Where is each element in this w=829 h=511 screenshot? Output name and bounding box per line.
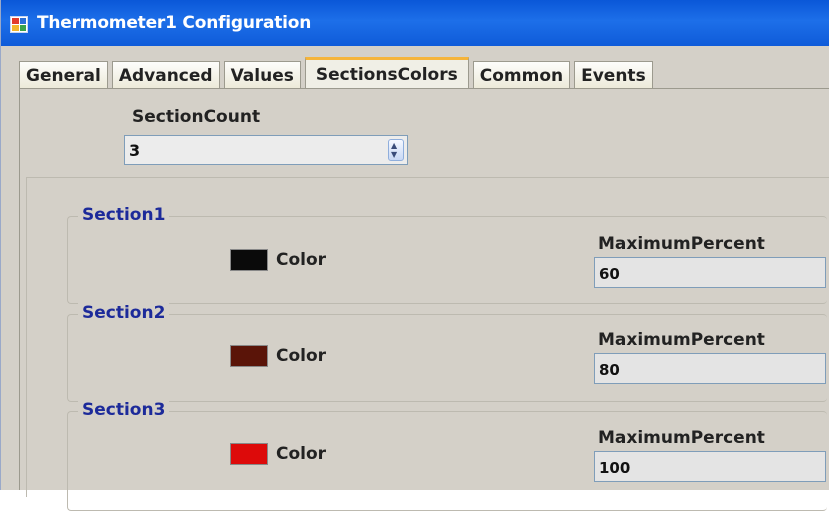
spin-buttons[interactable]: ▲ ▼	[388, 139, 404, 161]
tab-values[interactable]: Values	[223, 61, 301, 89]
section3-color-label: Color	[276, 444, 327, 464]
tab-strip: General Advanced Values SectionsColors C…	[19, 56, 657, 90]
section2-max-value: 80	[599, 361, 620, 379]
tab-advanced[interactable]: Advanced	[111, 61, 220, 89]
section2-color-label: Color	[276, 346, 327, 366]
section-count-value: 3	[129, 141, 141, 160]
tab-common[interactable]: Common	[472, 61, 571, 89]
section1-max-label: MaximumPercent	[598, 234, 765, 254]
sections-container: Section1 Color MaximumPercent 60 Section…	[26, 177, 829, 511]
section3-group: Section3 Color MaximumPercent 100	[67, 400, 827, 511]
section3-title: Section3	[78, 400, 170, 420]
section3-max-label: MaximumPercent	[598, 428, 765, 448]
tab-events[interactable]: Events	[574, 61, 653, 89]
section-count-label: SectionCount	[132, 107, 261, 127]
spin-up-icon[interactable]: ▲	[391, 142, 397, 150]
section3-color-swatch[interactable]	[230, 443, 268, 465]
section2-group: Section2 Color MaximumPercent 80	[67, 303, 827, 402]
section1-max-field[interactable]: 60	[594, 257, 826, 288]
section1-title: Section1	[78, 205, 170, 225]
title-bar[interactable]: Thermometer1 Configuration	[1, 0, 829, 46]
section1-color-swatch[interactable]	[230, 249, 268, 271]
tab-panel-sectionscolors: SectionCount 3 ▲ ▼ Section1 Color Maximu…	[19, 88, 829, 511]
section1-color-label: Color	[276, 250, 327, 270]
section3-max-field[interactable]: 100	[594, 451, 826, 482]
section2-max-label: MaximumPercent	[598, 330, 765, 350]
tab-general[interactable]: General	[19, 61, 108, 89]
section1-group: Section1 Color MaximumPercent 60	[67, 205, 827, 304]
section1-max-value: 60	[599, 265, 620, 283]
config-window: Thermometer1 Configuration General Advan…	[0, 0, 829, 511]
section2-title: Section2	[78, 303, 170, 323]
tab-sectionscolors[interactable]: SectionsColors	[304, 57, 469, 90]
window-title: Thermometer1 Configuration	[37, 13, 312, 33]
spin-down-icon[interactable]: ▼	[391, 151, 397, 159]
section2-color-swatch[interactable]	[230, 345, 268, 367]
section2-max-field[interactable]: 80	[594, 353, 826, 384]
section3-max-value: 100	[599, 459, 631, 477]
app-icon	[10, 16, 28, 33]
section-count-spinner[interactable]: 3 ▲ ▼	[124, 135, 408, 165]
